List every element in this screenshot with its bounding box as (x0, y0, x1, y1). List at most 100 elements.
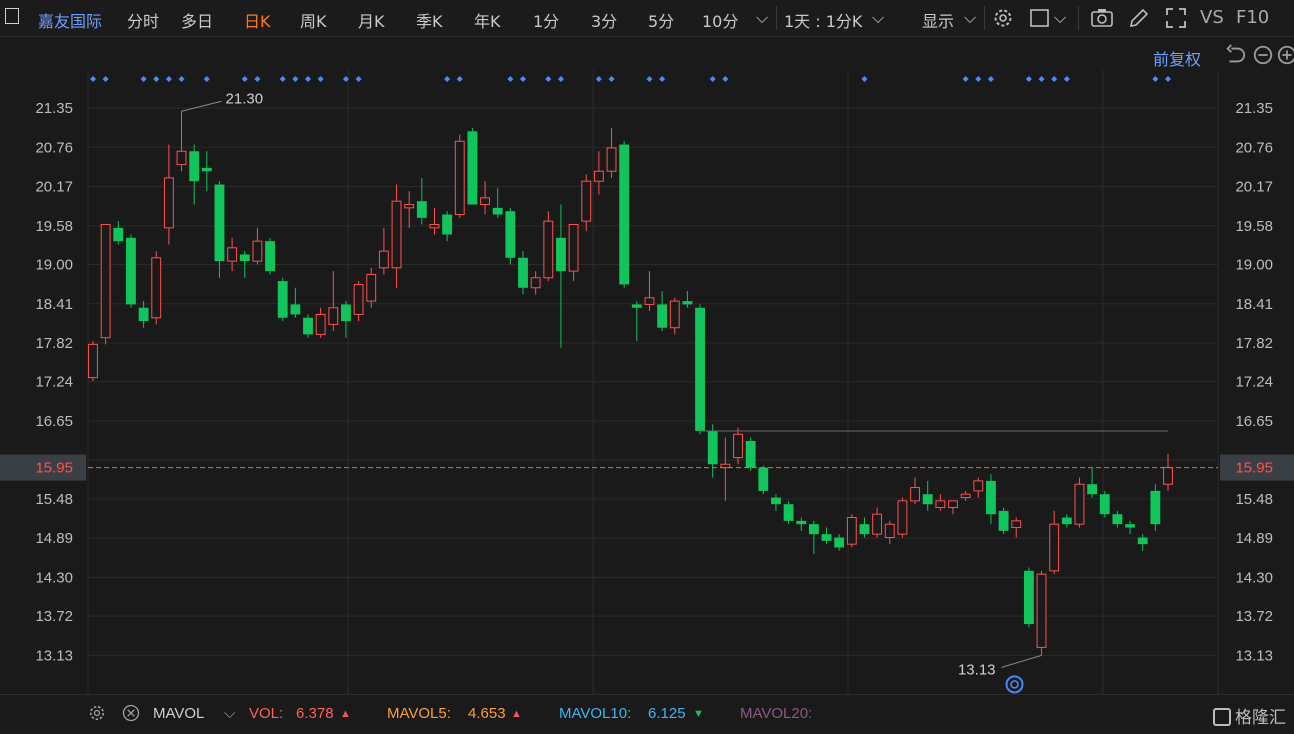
candle-body (454, 140, 465, 216)
y-tick-label-right: 14.30 (1235, 569, 1273, 586)
candle-body (138, 307, 149, 322)
candle-body (189, 151, 200, 182)
y-tick-label-right: 13.72 (1235, 608, 1273, 625)
candle (303, 314, 313, 338)
candle-body (1150, 490, 1161, 525)
candle (543, 211, 554, 282)
candle-body (568, 224, 579, 272)
indicator-chevron-icon[interactable]: ⌵ (224, 705, 235, 722)
candlestick-chart[interactable]: 21.35 21.35 20.76 20.76 20.17 20.17 19.58 19.58… (0, 0, 1294, 694)
candle-body (581, 180, 592, 222)
candle-body (948, 500, 958, 509)
mavol10-value: 6.125 (648, 705, 686, 722)
y-tick-label-left: 21.35 (35, 100, 73, 117)
candle (151, 251, 162, 325)
candle-body (884, 523, 895, 539)
candle-body (619, 144, 630, 285)
candle (1023, 567, 1034, 628)
y-tick-label-right: 20.17 (1235, 179, 1273, 196)
candle-body (808, 524, 819, 535)
candle-body (556, 237, 566, 272)
y-tick-label-left: 20.17 (35, 179, 73, 196)
candle-body (973, 480, 984, 492)
y-tick-label-right: 16.65 (1235, 413, 1273, 430)
candle-body (922, 494, 933, 505)
y-tick-label-right: 13.13 (1235, 647, 1273, 664)
candle-body (669, 300, 680, 329)
candle-body (897, 500, 908, 535)
candle-body (227, 247, 238, 262)
candle-body (88, 343, 98, 379)
candle-body (682, 301, 693, 305)
y-tick-label-right: 15.48 (1235, 491, 1273, 508)
candle-body (341, 304, 351, 322)
candle (1036, 570, 1047, 656)
candle-body (1011, 520, 1022, 529)
candle-body (265, 241, 275, 272)
candle-body (758, 467, 769, 491)
y-tick-label-right: 19.58 (1235, 218, 1273, 235)
candle (897, 497, 908, 538)
candle-body (239, 254, 250, 262)
candle-body (416, 201, 427, 218)
candle-body (771, 497, 781, 505)
candle-body (1163, 467, 1173, 485)
current-price-label-left: 15.95 (35, 460, 73, 477)
vol-value: 6.378 (296, 705, 334, 722)
mavol5-up-arrow-icon: ▲ (511, 708, 522, 720)
candle-body (303, 317, 313, 335)
candle (1150, 484, 1161, 531)
y-tick-label-left: 18.41 (35, 296, 73, 313)
candle-body (1036, 573, 1047, 648)
candle (846, 514, 857, 548)
candle-body (151, 257, 162, 319)
candle-body (100, 224, 111, 339)
candle-body (1137, 537, 1148, 545)
candle-body (163, 177, 174, 229)
indicator-settings-gear-icon[interactable] (87, 703, 109, 725)
candle-body (429, 224, 440, 229)
y-tick-label-left: 16.65 (35, 413, 73, 430)
candle (454, 134, 465, 218)
mavol5-label: MAVOL5: (387, 705, 451, 722)
candle-body (126, 237, 136, 305)
candle-body (986, 480, 996, 515)
y-tick-label-left: 14.30 (35, 569, 73, 586)
candle-body (1061, 517, 1072, 525)
candle-body (1099, 494, 1110, 515)
candle-body (353, 283, 364, 315)
candle-body (315, 313, 326, 335)
y-tick-label-left: 17.82 (35, 335, 73, 352)
candle-body (1125, 524, 1135, 528)
y-tick-label-right: 18.41 (1235, 296, 1273, 313)
candle-body (846, 517, 857, 545)
y-tick-label-left: 15.48 (35, 491, 73, 508)
candle (998, 507, 1009, 535)
candle-body (290, 304, 301, 315)
indicator-close-icon[interactable] (121, 703, 143, 725)
current-price-label-right: 15.95 (1235, 460, 1273, 477)
y-tick-label-left: 14.89 (35, 530, 73, 547)
candle-body (467, 131, 478, 205)
candle-body (505, 211, 516, 258)
candle-body (214, 184, 225, 262)
y-tick-label-left: 19.58 (35, 218, 73, 235)
candle (126, 234, 136, 308)
candle-body (733, 433, 743, 459)
y-tick-label-left: 17.24 (35, 374, 73, 391)
mavol5-value: 4.653 (468, 705, 506, 722)
candle-body (910, 487, 920, 502)
candle-body (543, 220, 554, 279)
candle-body (328, 307, 339, 325)
candle-body (821, 534, 832, 541)
candle-body (404, 204, 415, 209)
y-tick-label-right: 17.24 (1235, 374, 1273, 391)
candle-body (176, 150, 187, 166)
indicator-name[interactable]: MAVOL (153, 705, 204, 722)
candle-body (201, 167, 212, 172)
candle-body (745, 440, 756, 468)
candle-body (998, 510, 1009, 531)
candle-body (960, 493, 971, 499)
candle-body (1074, 483, 1085, 525)
mavol20-label: MAVOL20: (740, 705, 813, 722)
